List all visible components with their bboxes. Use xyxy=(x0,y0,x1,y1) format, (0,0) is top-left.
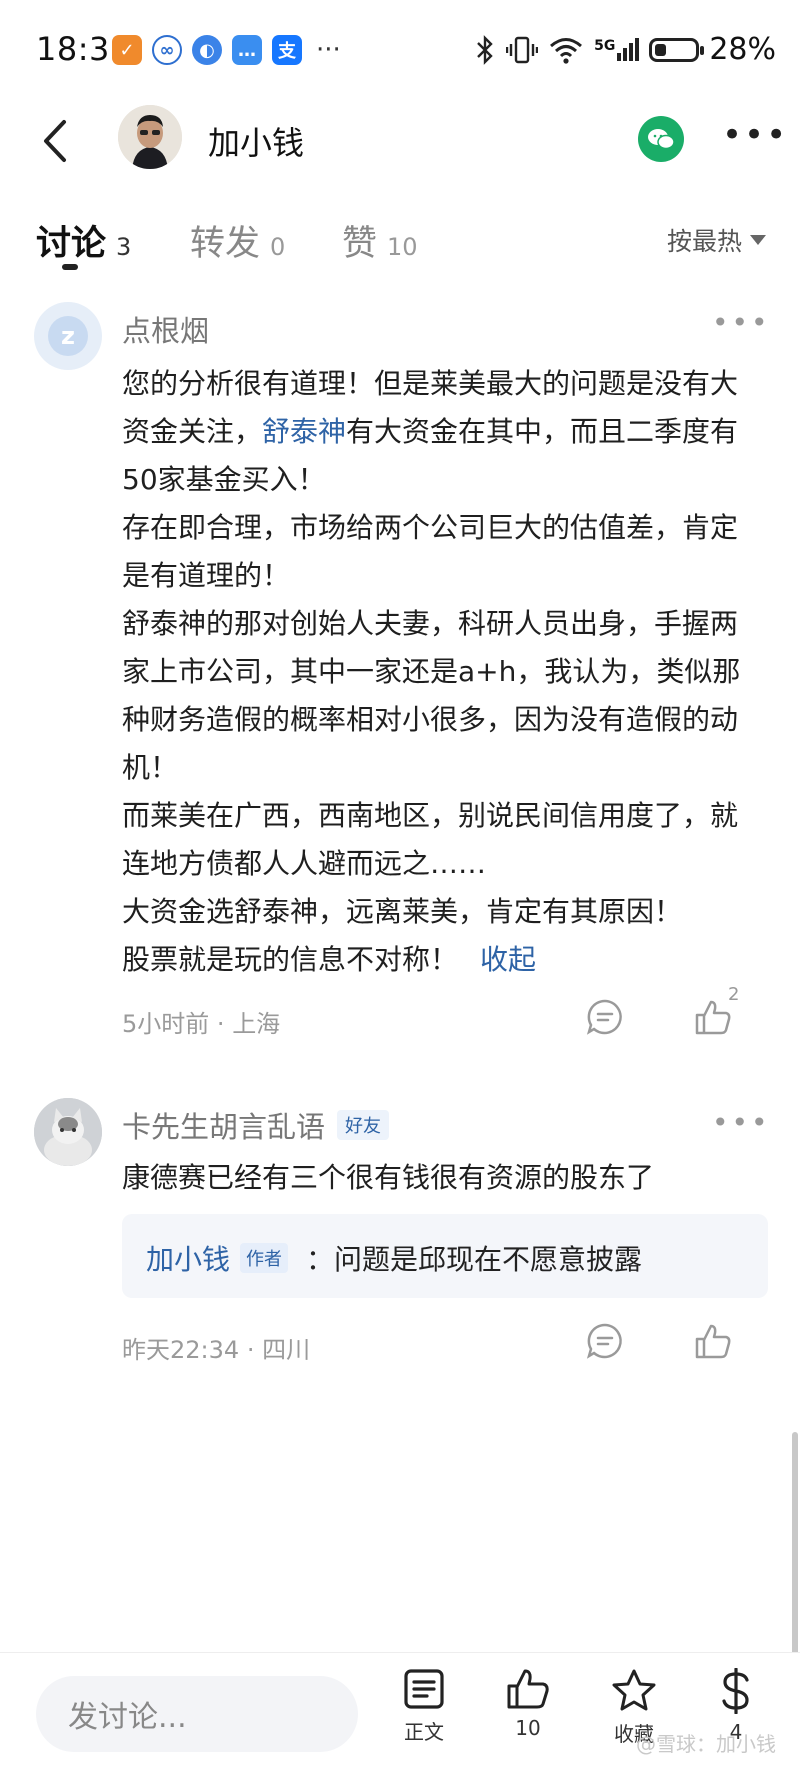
tab-label: 讨论 xyxy=(36,224,107,264)
active-tab-indicator xyxy=(62,264,78,270)
comment-text: 存在即合理，市场给两个公司巨大的估值差，肯定是有道理的！ xyxy=(122,511,739,592)
like-count: 2 xyxy=(728,984,740,1005)
reply-author-name[interactable]: 加小钱 xyxy=(146,1238,230,1278)
meta-separator: · xyxy=(246,1336,263,1364)
comment-text: 舒泰神的那对创始人夫妻，科研人员出身，手握两家上市公司，其中一家还是a+h，我认… xyxy=(122,607,741,784)
comment-more-icon[interactable]: ••• xyxy=(712,1106,771,1139)
tab-count: 10 xyxy=(387,233,418,261)
signal-icon: 5G xyxy=(594,38,640,61)
author-badge: 作者 xyxy=(240,1243,289,1273)
reply-text: ：问题是邱现在不愿意披露 xyxy=(306,1243,643,1276)
bluetooth-icon xyxy=(477,34,493,65)
network-type: 5G xyxy=(594,38,616,54)
commenter-name[interactable]: 点根烟 xyxy=(122,308,209,350)
star-icon xyxy=(612,1669,656,1711)
tab-label: 转发 xyxy=(190,224,261,264)
more-options-icon[interactable]: ••• xyxy=(722,118,788,152)
alipay-icon: 支 xyxy=(272,35,302,65)
back-arrow-icon[interactable] xyxy=(36,116,76,166)
sort-dropdown[interactable]: 按最热 xyxy=(667,222,766,258)
meta-separator: · xyxy=(216,1010,233,1038)
document-icon xyxy=(404,1669,444,1709)
notification-icons: ✓ ∞ ◐ … 支 ··· xyxy=(112,35,341,65)
status-bar: 18:31 ✓ ∞ ◐ … 支 ··· 5G 28% xyxy=(0,0,800,100)
dollar-icon xyxy=(722,1668,749,1714)
globe-app-icon: ◐ xyxy=(192,35,222,65)
comment-location: 四川 xyxy=(262,1336,311,1364)
commenter-avatar[interactable]: z xyxy=(34,302,102,370)
friend-badge: 好友 xyxy=(337,1110,390,1140)
commenter-header: 卡先生胡言乱语 好友 xyxy=(122,1104,390,1146)
tab-likes[interactable]: 赞 10 xyxy=(342,215,418,266)
comment-time: 5小时前 xyxy=(122,1010,210,1038)
shield-app-icon: ✓ xyxy=(112,35,142,65)
comment-text: 股票就是玩的信息不对称！ xyxy=(122,943,459,976)
comment-text: 大资金选舒泰神，远离莱美，肯定有其原因！ xyxy=(122,895,683,928)
author-reply[interactable]: 加小钱 作者 ：问题是邱现在不愿意披露 xyxy=(122,1214,768,1298)
scrollbar[interactable] xyxy=(792,1432,798,1672)
stock-link[interactable]: 舒泰神 xyxy=(262,415,346,448)
svg-text:z: z xyxy=(61,322,75,350)
watermark: @雪球：加小钱 xyxy=(636,1732,776,1756)
thumbs-up-icon xyxy=(507,1669,549,1709)
cat-avatar-image xyxy=(34,1098,102,1166)
comment-more-icon[interactable]: ••• xyxy=(712,306,771,339)
tab-repost[interactable]: 转发 0 xyxy=(190,215,285,266)
battery-icon xyxy=(649,37,705,62)
article-label: 正文 xyxy=(404,1720,444,1744)
comment-input[interactable]: 发讨论... xyxy=(36,1676,358,1752)
page-title: 加小钱 xyxy=(208,124,305,162)
comment-location: 上海 xyxy=(232,1010,281,1038)
vibrate-icon xyxy=(506,36,539,63)
reply-icon[interactable] xyxy=(586,1322,624,1360)
caret-down-icon xyxy=(750,235,766,245)
reply-icon[interactable] xyxy=(586,998,624,1036)
battery-fill xyxy=(655,43,667,56)
comment-meta: 昨天22:34 · 四川 xyxy=(122,1330,310,1365)
comment-text: 而莱美在广西，西南地区，别说民间信用度了，就连地方债都人人避而远之…… xyxy=(122,799,739,880)
like-icon[interactable] xyxy=(694,998,732,1036)
comment-body: 您的分析很有道理！但是莱美最大的问题是没有大资金关注，舒泰神有大资金在其中，而且… xyxy=(122,360,762,984)
commenter-avatar[interactable] xyxy=(34,1098,102,1166)
wechat-icon xyxy=(648,129,675,150)
user-avatar[interactable] xyxy=(118,105,182,169)
wechat-share-button[interactable] xyxy=(638,116,684,162)
wifi-icon xyxy=(550,37,583,64)
comment-time: 昨天22:34 xyxy=(122,1336,240,1364)
tab-label: 赞 xyxy=(342,224,378,264)
more-notifications-icon: ··· xyxy=(316,35,341,65)
default-avatar-icon: z xyxy=(48,316,88,356)
like-count: 10 xyxy=(515,1716,541,1740)
article-button[interactable]: 正文 xyxy=(384,1668,464,1745)
message-app-icon: … xyxy=(232,35,262,65)
sort-label: 按最热 xyxy=(666,227,742,256)
avatar-portrait xyxy=(118,105,182,169)
reply-content: 加小钱 作者 ：问题是邱现在不愿意披露 xyxy=(146,1238,642,1278)
comment-meta: 5小时前 · 上海 xyxy=(122,1004,280,1039)
battery-percent: 28% xyxy=(709,32,776,67)
tab-count: 3 xyxy=(116,233,132,261)
status-right: 5G 28% xyxy=(474,32,776,67)
like-button[interactable]: 10 xyxy=(488,1668,568,1740)
like-icon[interactable] xyxy=(694,1322,732,1360)
commenter-name[interactable]: 卡先生胡言乱语 xyxy=(122,1104,325,1146)
tab-discussion[interactable]: 讨论 3 xyxy=(36,215,131,266)
collapse-link[interactable]: 收起 xyxy=(480,943,536,976)
link-app-icon: ∞ xyxy=(152,35,182,65)
comment-text: 康德赛已经有三个很有钱很有资源的股东了 xyxy=(122,1161,655,1194)
tab-count: 0 xyxy=(270,233,286,261)
